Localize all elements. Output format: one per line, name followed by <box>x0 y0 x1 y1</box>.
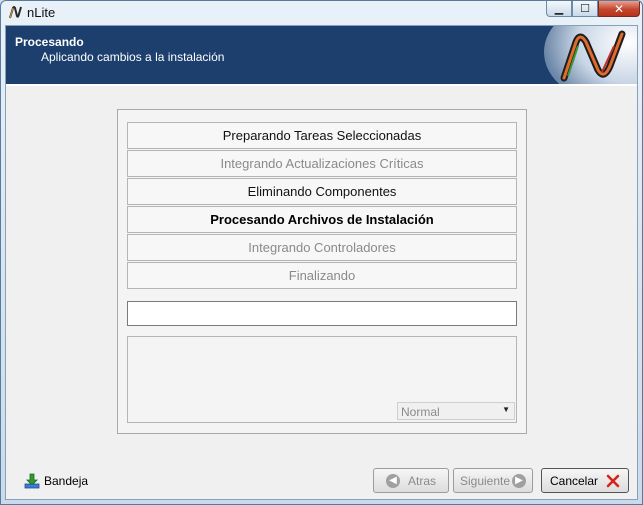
tray-download-icon <box>24 473 40 489</box>
nlite-banner-logo-icon <box>544 26 637 84</box>
progress-panel: Preparando Tareas Seleccionadas Integran… <box>117 109 527 434</box>
priority-value: Normal <box>401 405 440 419</box>
maximize-icon: ☐ <box>580 3 590 15</box>
minimize-button[interactable]: ▁ <box>546 1 572 17</box>
step-finalizing: Finalizando <box>127 262 517 289</box>
log-box: Normal ▼ <box>127 336 517 423</box>
window-title: nLite <box>27 5 56 20</box>
header-divider <box>6 84 637 86</box>
page-subtitle: Aplicando cambios a la instalación <box>41 50 225 64</box>
back-arrow-icon: ◀ <box>385 473 400 488</box>
step-removing-components: Eliminando Componentes <box>127 178 517 205</box>
next-arrow-icon: ▶ <box>512 473 527 488</box>
wizard-header: Procesando Aplicando cambios a la instal… <box>6 26 637 84</box>
close-icon: ✕ <box>613 1 625 16</box>
tray-label: Bandeja <box>44 474 89 488</box>
minimize-icon: ▁ <box>554 3 564 15</box>
main-window: nLite ▁ ☐ ✕ Procesando Aplicando cambios… <box>0 0 643 505</box>
step-critical-updates: Integrando Actualizaciones Críticas <box>127 150 517 177</box>
page-title: Procesando <box>15 35 84 49</box>
progress-bar <box>127 301 517 326</box>
step-processing-files: Procesando Archivos de Instalación <box>127 206 517 233</box>
wizard-client-area: Procesando Aplicando cambios a la instal… <box>5 25 638 500</box>
back-button[interactable]: ◀ Atras <box>373 468 449 493</box>
cancel-label: Cancelar <box>549 473 599 488</box>
cancel-button[interactable]: Cancelar <box>541 468 629 493</box>
chevron-down-icon: ▼ <box>502 405 510 414</box>
maximize-button[interactable]: ☐ <box>572 1 598 17</box>
next-button[interactable]: Siguiente ▶ <box>453 468 533 493</box>
red-x-icon <box>606 474 620 487</box>
tray-button[interactable]: Bandeja <box>24 471 88 491</box>
next-label: Siguiente <box>459 473 511 488</box>
back-label: Atras <box>407 473 436 488</box>
step-drivers: Integrando Controladores <box>127 234 517 261</box>
close-button[interactable]: ✕ <box>598 1 640 17</box>
priority-dropdown[interactable]: Normal ▼ <box>397 402 515 420</box>
title-bar[interactable]: nLite ▁ ☐ ✕ <box>1 1 642 25</box>
step-preparing: Preparando Tareas Seleccionadas <box>127 122 517 149</box>
nlite-logo-icon <box>9 6 22 19</box>
